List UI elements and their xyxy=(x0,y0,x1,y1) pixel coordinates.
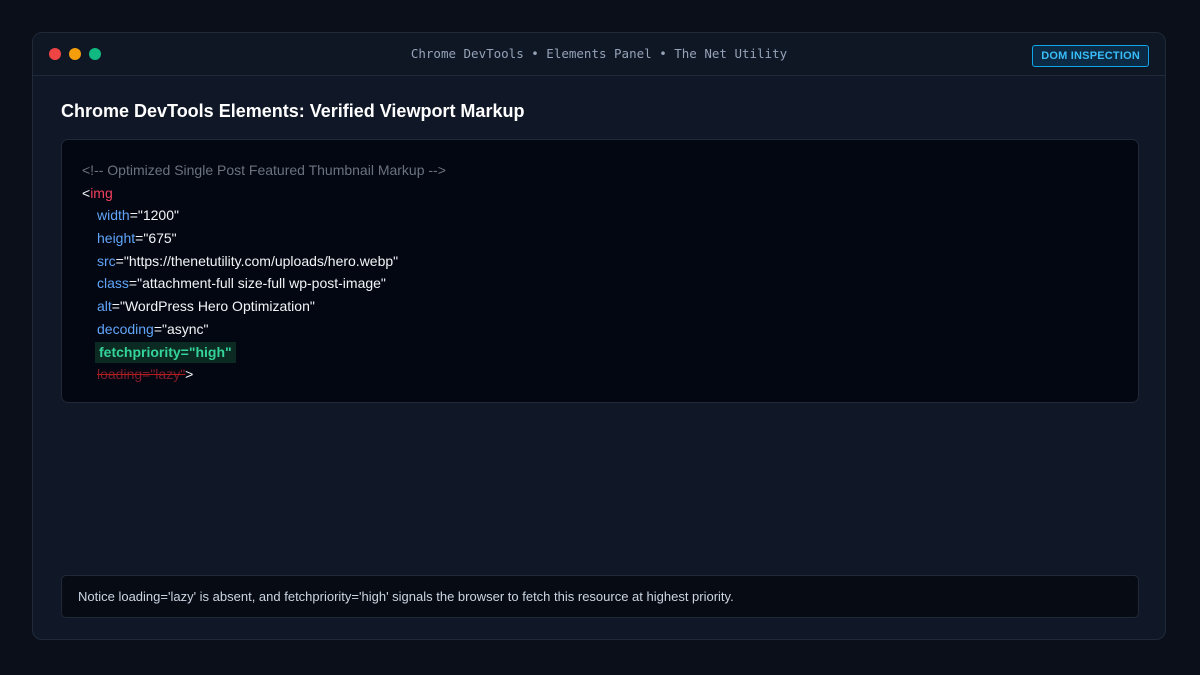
attribute-line-src[interactable]: src="https://thenetutility.com/uploads/h… xyxy=(82,250,1118,273)
attribute-line-height[interactable]: height="675" xyxy=(82,227,1118,250)
attribute-value: "https://thenetutility.com/uploads/hero.… xyxy=(123,252,399,269)
attribute-name: src xyxy=(97,252,116,269)
info-note: Notice loading='lazy' is absent, and fet… xyxy=(61,575,1139,618)
attribute-line-fetchpriority[interactable]: fetchpriority="high" xyxy=(82,341,1118,364)
attribute-line-class[interactable]: class="attachment-full size-full wp-post… xyxy=(82,272,1118,295)
attribute-line-decoding[interactable]: decoding="async" xyxy=(82,318,1118,341)
attribute-name: alt xyxy=(97,298,112,315)
elements-code-panel: <!-- Optimized Single Post Featured Thum… xyxy=(61,139,1139,403)
devtools-window: Chrome DevTools • Elements Panel • The N… xyxy=(32,32,1166,640)
attribute-name: height xyxy=(97,230,136,247)
highlighted-fetchpriority-attribute: fetchpriority="high" xyxy=(95,341,236,363)
equals-sign: = xyxy=(128,275,138,292)
page-title: Chrome DevTools Elements: Verified Viewp… xyxy=(61,101,525,121)
equals-sign: = xyxy=(153,320,163,337)
attribute-name: width xyxy=(97,207,130,224)
window-title: Chrome DevTools • Elements Panel • The N… xyxy=(410,46,788,61)
dom-inspection-badge: DOM INSPECTION xyxy=(1032,45,1149,67)
img-open-line[interactable]: <img xyxy=(82,182,1118,205)
attribute-value: "attachment-full size-full wp-post-image… xyxy=(137,275,386,292)
close-bracket: > xyxy=(185,366,194,383)
img-tag-name: img xyxy=(90,184,113,201)
code-comment: <!-- Optimized Single Post Featured Thum… xyxy=(82,162,446,178)
attribute-line-width[interactable]: width="1200" xyxy=(82,204,1118,227)
attribute-line-alt[interactable]: alt="WordPress Hero Optimization" xyxy=(82,295,1118,318)
attribute-value: "async" xyxy=(162,320,209,337)
equals-sign: = xyxy=(129,207,138,224)
attribute-line-loading[interactable]: loading="lazy"> xyxy=(82,363,1118,386)
attribute-value: "WordPress Hero Optimization" xyxy=(119,298,315,315)
title-bar: Chrome DevTools • Elements Panel • The N… xyxy=(33,33,1165,76)
attribute-value: "1200" xyxy=(137,207,179,224)
equals-sign: = xyxy=(115,252,124,269)
attribute-name: class xyxy=(97,275,129,292)
open-bracket: < xyxy=(82,184,91,201)
attribute-value: "675" xyxy=(143,230,177,247)
equals-sign: = xyxy=(111,298,120,315)
removed-loading-attribute: loading="lazy" xyxy=(97,366,186,383)
attribute-name: decoding xyxy=(97,320,154,337)
